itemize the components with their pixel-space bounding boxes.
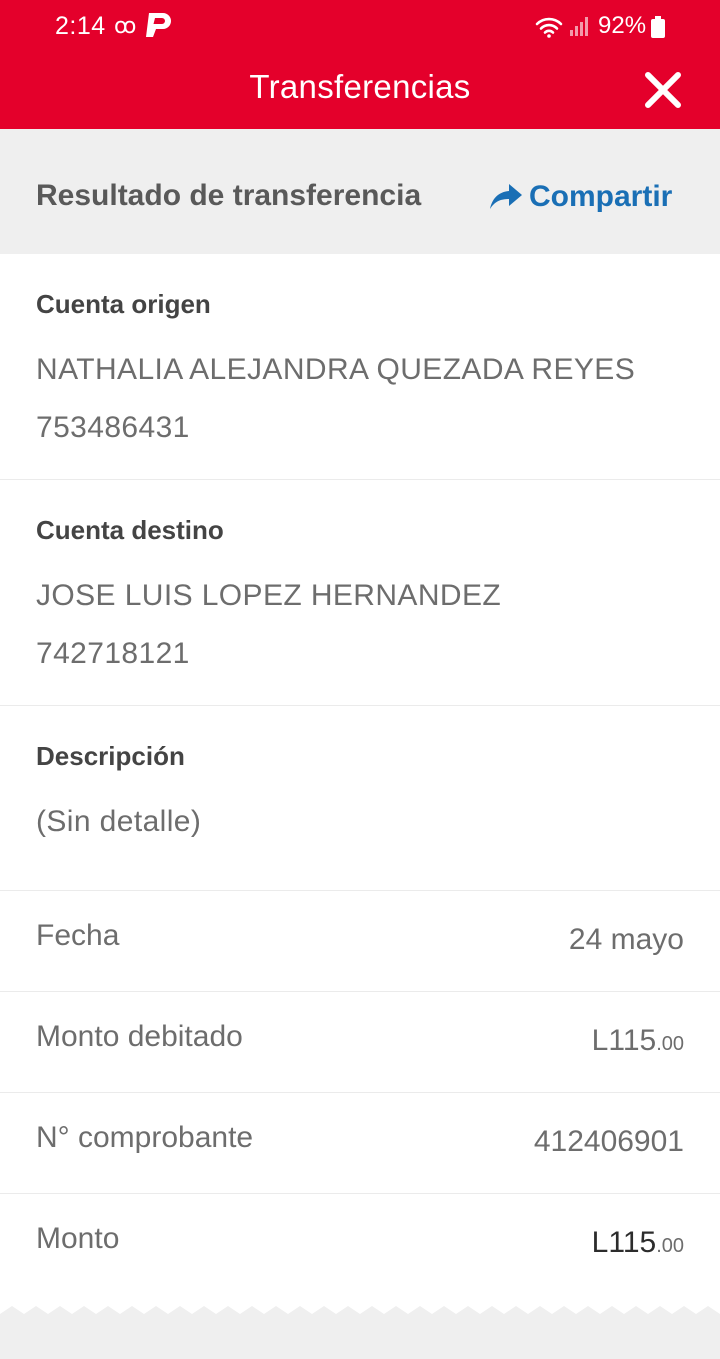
amount-row: Monto L115.00 [0, 1194, 720, 1295]
wifi-icon [535, 17, 563, 38]
status-time: 2:14 [55, 12, 106, 40]
battery-percent: 92% [598, 12, 647, 39]
debited-amount-value: L115.00 [592, 1024, 684, 1058]
amount-label: Monto [36, 1222, 120, 1255]
app-header: 2:14 ꝏ 92% Transferencias [0, 0, 720, 129]
page-title: Transferencias [249, 68, 471, 105]
receipt-torn-edge [0, 1296, 720, 1314]
voicemail-icon: ꝏ [114, 13, 137, 38]
description-section: Descripción (Sin detalle) [0, 706, 720, 891]
receipt-number-label: N° comprobante [36, 1121, 254, 1154]
debited-amount-row: Monto debitado L115.00 [0, 992, 720, 1093]
description-value: (Sin detalle) [36, 805, 202, 838]
p-logo-icon [146, 13, 171, 37]
status-bar: 2:14 ꝏ 92% [0, 0, 720, 54]
date-row: Fecha 24 mayo [0, 891, 720, 992]
origin-account-number: 753486431 [36, 411, 190, 444]
receipt-number-value: 412406901 [533, 1125, 684, 1158]
amount-cents: .00 [656, 1235, 684, 1257]
battery-icon [651, 16, 665, 38]
share-arrow-icon [490, 184, 522, 209]
amount-main: L115 [591, 1226, 657, 1259]
origin-label: Cuenta origen [36, 289, 211, 319]
debited-amount-cents: .00 [656, 1033, 684, 1055]
destination-account-section: Cuenta destino JOSE LUIS LOPEZ HERNANDEZ… [0, 480, 720, 706]
debited-amount-main: L115 [591, 1024, 657, 1057]
close-icon[interactable] [644, 71, 682, 109]
amount-value: L115.00 [592, 1226, 684, 1260]
debited-amount-label: Monto debitado [36, 1020, 243, 1053]
destination-name: JOSE LUIS LOPEZ HERNANDEZ [36, 579, 502, 612]
signal-icon [570, 17, 588, 36]
share-label: Compartir [529, 180, 673, 213]
date-value: 24 mayo [568, 923, 684, 956]
date-label: Fecha [36, 919, 120, 952]
result-title: Resultado de transferencia [36, 179, 422, 212]
description-label: Descripción [36, 741, 185, 771]
origin-name: NATHALIA ALEJANDRA QUEZADA REYES [36, 353, 636, 386]
share-button[interactable]: Compartir [489, 177, 672, 217]
receipt-number-row: N° comprobante 412406901 [0, 1093, 720, 1194]
transfer-result-card: Cuenta origen NATHALIA ALEJANDRA QUEZADA… [0, 254, 720, 1300]
origin-account-section: Cuenta origen NATHALIA ALEJANDRA QUEZADA… [0, 254, 720, 480]
result-subheader: Resultado de transferencia Compartir [0, 129, 720, 254]
destination-label: Cuenta destino [36, 515, 224, 545]
destination-account-number: 742718121 [36, 637, 190, 670]
